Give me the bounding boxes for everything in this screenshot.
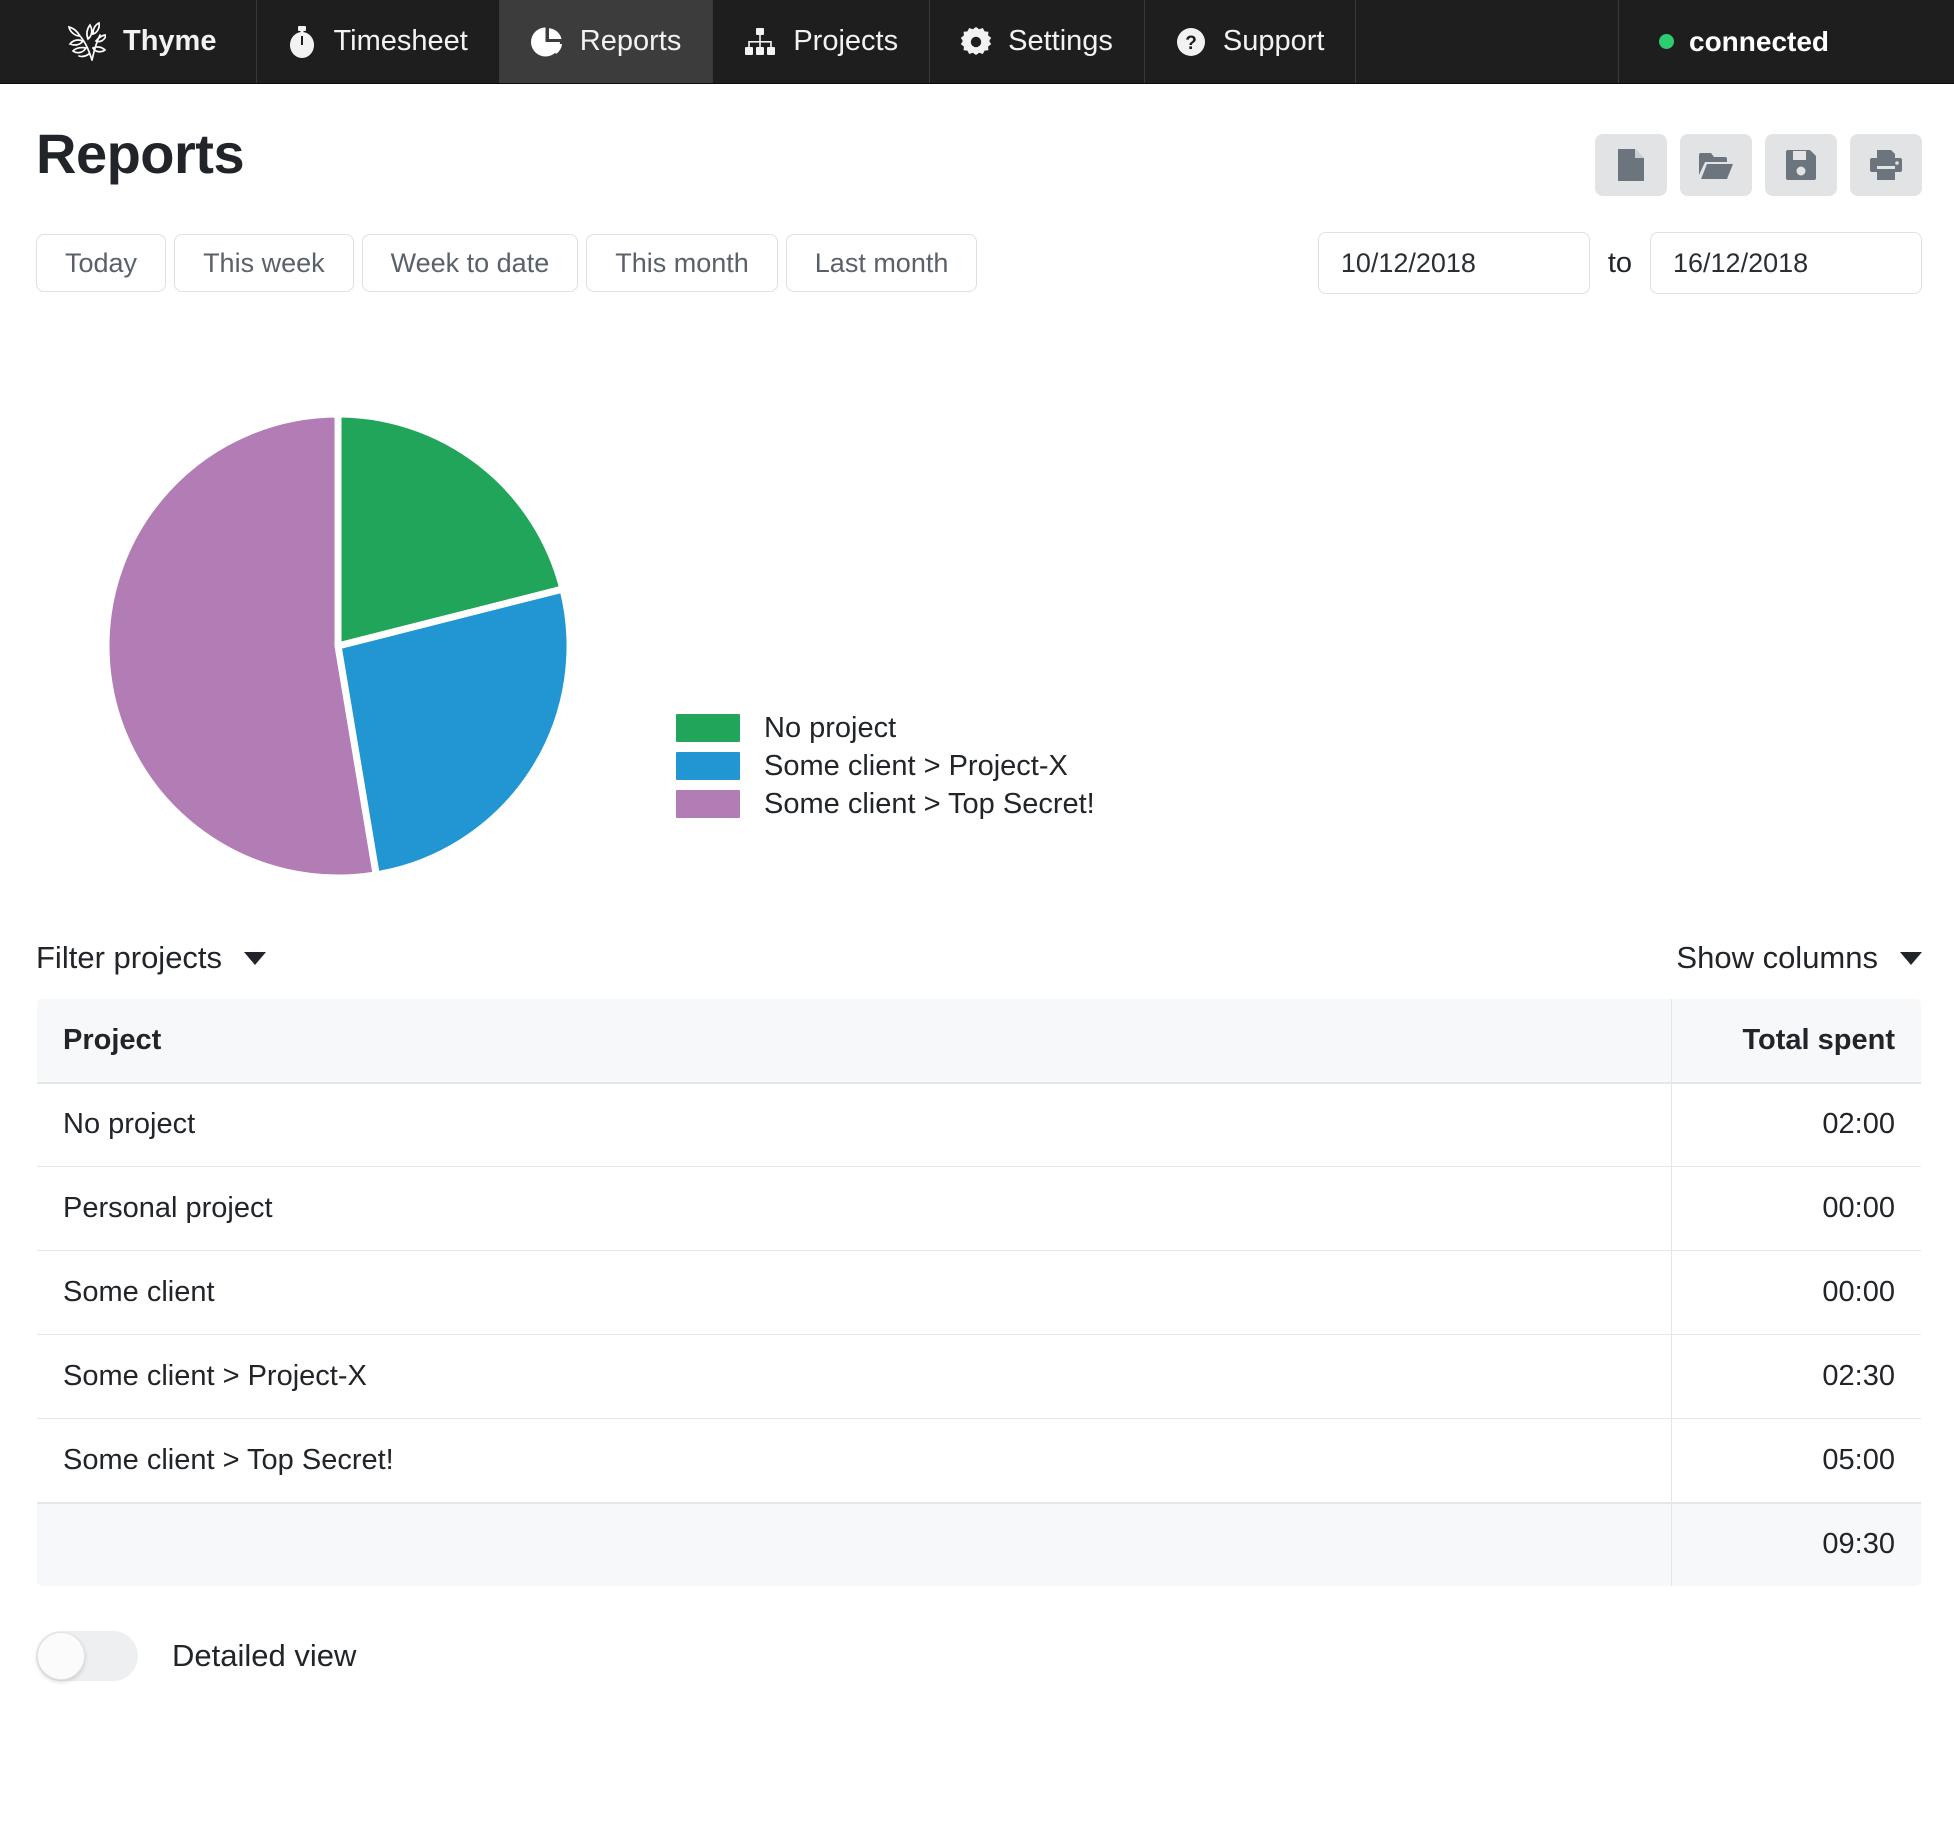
pie-slice[interactable] bbox=[102, 410, 380, 882]
show-columns-label: Show columns bbox=[1676, 940, 1878, 975]
nav-item-label: Support bbox=[1222, 25, 1325, 57]
navbar-spacer bbox=[1356, 0, 1619, 83]
legend-label: Some client > Top Secret! bbox=[764, 787, 1095, 820]
svg-text:?: ? bbox=[1185, 33, 1197, 54]
column-header-project[interactable]: Project bbox=[37, 999, 1672, 1084]
preset-this-week-button[interactable]: This week bbox=[174, 234, 354, 292]
pie-chart-icon bbox=[530, 26, 563, 58]
date-preset-group: Today This week Week to date This month … bbox=[36, 234, 978, 292]
status-dot-icon bbox=[1659, 34, 1674, 49]
cell-project: Some client > Top Secret! bbox=[37, 1418, 1672, 1503]
document-icon bbox=[1618, 149, 1644, 181]
preset-today-button[interactable]: Today bbox=[36, 234, 167, 292]
cell-total-spent: 05:00 bbox=[1671, 1418, 1921, 1503]
detailed-view-label: Detailed view bbox=[172, 1638, 357, 1673]
preset-week-to-date-button[interactable]: Week to date bbox=[361, 234, 579, 292]
cell-total-spent: 02:00 bbox=[1671, 1082, 1921, 1167]
brand-thyme[interactable]: Thyme bbox=[0, 0, 258, 83]
legend-swatch-project-x bbox=[676, 752, 740, 780]
show-columns-dropdown[interactable]: Show columns bbox=[1676, 940, 1922, 976]
pie-chart bbox=[36, 334, 636, 919]
stopwatch-icon bbox=[288, 25, 316, 58]
chart-legend: No project Some client > Project-X Some … bbox=[676, 709, 1095, 823]
preset-this-month-button[interactable]: This month bbox=[586, 234, 778, 292]
legend-swatch-no-project bbox=[676, 714, 740, 742]
cell-total-spent: 00:00 bbox=[1671, 1166, 1921, 1251]
printer-icon bbox=[1870, 150, 1902, 180]
connection-status-label: connected bbox=[1689, 25, 1830, 57]
main-navbar: Thyme Timesheet Reports Projects Setting… bbox=[0, 0, 1954, 84]
floppy-disk-icon bbox=[1786, 150, 1816, 180]
date-to-input[interactable] bbox=[1650, 232, 1922, 294]
date-from-input[interactable] bbox=[1317, 232, 1590, 294]
preset-last-month-button[interactable]: Last month bbox=[785, 234, 978, 292]
table-controls: Filter projects Show columns bbox=[0, 940, 1954, 976]
herb-sprig-icon bbox=[62, 21, 106, 63]
nav-item-settings[interactable]: Settings bbox=[930, 0, 1145, 83]
cell-project: Some client bbox=[37, 1250, 1672, 1335]
nav-item-support[interactable]: ? Support bbox=[1145, 0, 1357, 83]
table-row[interactable]: Personal project 00:00 bbox=[37, 1166, 1921, 1251]
cell-total-spent: 02:30 bbox=[1671, 1334, 1921, 1419]
column-header-total-spent[interactable]: Total spent bbox=[1671, 999, 1921, 1084]
report-table-wrap: Project Total spent No project 02:00 Per… bbox=[0, 998, 1954, 1587]
report-table: Project Total spent No project 02:00 Per… bbox=[36, 998, 1922, 1587]
cell-project: No project bbox=[37, 1082, 1672, 1167]
chevron-down-icon bbox=[244, 951, 267, 965]
question-circle-icon: ? bbox=[1176, 27, 1206, 57]
filter-projects-dropdown[interactable]: Filter projects bbox=[36, 940, 267, 976]
date-range-group: to bbox=[1317, 232, 1922, 294]
nav-item-label: Settings bbox=[1008, 25, 1113, 57]
pie-chart-svg bbox=[102, 410, 574, 882]
report-chart: No project Some client > Project-X Some … bbox=[0, 306, 1954, 926]
legend-item: No project bbox=[676, 709, 1095, 747]
legend-swatch-top-secret bbox=[676, 790, 740, 818]
nav-item-reports[interactable]: Reports bbox=[499, 0, 714, 83]
print-report-button[interactable] bbox=[1850, 134, 1922, 196]
toggle-knob bbox=[37, 1632, 85, 1680]
nav-item-projects[interactable]: Projects bbox=[713, 0, 931, 83]
nav-item-label: Reports bbox=[579, 25, 682, 57]
cell-grand-total: 09:30 bbox=[1671, 1501, 1921, 1586]
legend-label: Some client > Project-X bbox=[764, 749, 1068, 782]
cell-total-spent: 00:00 bbox=[1671, 1250, 1921, 1335]
table-row[interactable]: Some client > Top Secret! 05:00 bbox=[37, 1418, 1921, 1503]
table-row[interactable]: Some client 00:00 bbox=[37, 1250, 1921, 1335]
table-foot: 09:30 bbox=[37, 1501, 1921, 1586]
org-chart-icon bbox=[744, 27, 776, 56]
report-toolbar bbox=[1595, 134, 1922, 196]
brand-label: Thyme bbox=[123, 25, 217, 57]
page-header: Reports bbox=[0, 84, 1954, 196]
chevron-down-icon bbox=[1900, 951, 1922, 965]
table-head: Project Total spent bbox=[37, 999, 1921, 1084]
nav-item-label: Timesheet bbox=[333, 25, 468, 57]
date-range-separator: to bbox=[1607, 246, 1632, 279]
folder-open-icon bbox=[1699, 151, 1733, 179]
legend-label: No project bbox=[764, 711, 897, 744]
gear-icon bbox=[961, 26, 992, 57]
table-row[interactable]: Some client > Project-X 02:30 bbox=[37, 1334, 1921, 1419]
filter-projects-label: Filter projects bbox=[36, 940, 223, 975]
nav-item-timesheet[interactable]: Timesheet bbox=[257, 0, 500, 83]
cell-project: Some client > Project-X bbox=[37, 1334, 1672, 1419]
detailed-view-row: Detailed view bbox=[0, 1631, 1954, 1681]
table-total-row: 09:30 bbox=[37, 1501, 1921, 1586]
table-row[interactable]: No project 02:00 bbox=[37, 1082, 1921, 1167]
cell-project: Personal project bbox=[37, 1166, 1672, 1251]
legend-item: Some client > Top Secret! bbox=[676, 785, 1095, 823]
cell-total-label bbox=[37, 1501, 1672, 1586]
page-title: Reports bbox=[36, 122, 245, 185]
new-report-button[interactable] bbox=[1595, 134, 1667, 196]
connection-status: connected bbox=[1619, 0, 1954, 83]
detailed-view-toggle[interactable] bbox=[36, 1631, 138, 1681]
nav-item-label: Projects bbox=[793, 25, 899, 57]
date-filter-row: Today This week Week to date This month … bbox=[0, 196, 1954, 294]
table-body: No project 02:00 Personal project 00:00 … bbox=[37, 1082, 1921, 1503]
open-report-button[interactable] bbox=[1680, 134, 1752, 196]
legend-item: Some client > Project-X bbox=[676, 747, 1095, 785]
save-report-button[interactable] bbox=[1765, 134, 1837, 196]
table-header-row: Project Total spent bbox=[37, 999, 1921, 1084]
